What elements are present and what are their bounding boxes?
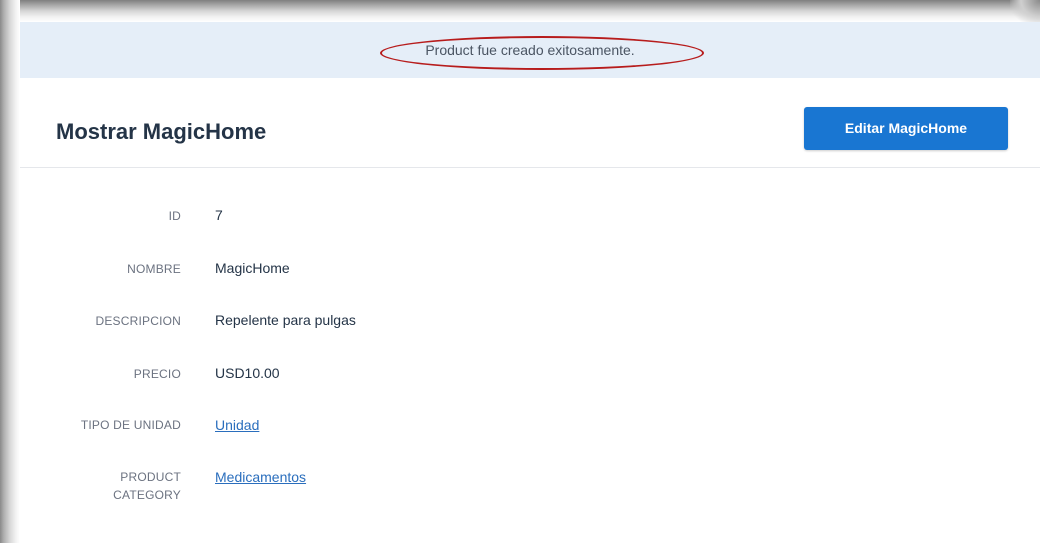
highlight-ellipse-annotation [380,36,704,70]
detail-label-descripcion: DESCRIPCION [95,314,181,328]
detail-value-descripcion: Repelente para pulgas [215,312,356,328]
detail-label-precio: PRECIO [133,367,181,381]
detail-label-nombre: NOMBRE [127,262,181,276]
app-window: Product fue creado exitosamente. Mostrar… [20,22,1040,543]
detail-link-medicamentos[interactable]: Medicamentos [215,467,306,487]
detail-link-unidad[interactable]: Unidad [215,415,259,435]
window-shadow-left [0,0,20,543]
detail-label-id: ID [168,209,181,223]
detail-label-product-category: PRODUCT CATEGORY [31,468,181,504]
screenshot: Product fue creado exitosamente. Mostrar… [0,0,1040,543]
detail-label-product-category-line2: CATEGORY [113,488,181,502]
detail-value-nombre: MagicHome [215,260,290,276]
detail-value-precio: USD10.00 [215,365,280,381]
edit-button[interactable]: Editar MagicHome [804,107,1008,150]
detail-label-tipo-de-unidad: TIPO DE UNIDAD [80,418,181,432]
window-shadow-top [0,0,1040,22]
page-title: Mostrar MagicHome [56,119,267,144]
detail-value-id: 7 [215,207,223,223]
flash-notice: Product fue creado exitosamente. [20,22,1040,78]
detail-label-product-category-line1: PRODUCT [120,470,181,484]
page-header: Mostrar MagicHome Editar MagicHome [20,78,1040,168]
